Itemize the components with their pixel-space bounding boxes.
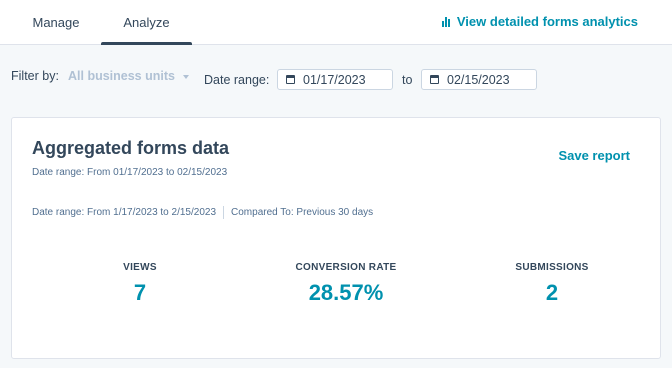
stat-submissions-value: 2 [545,280,559,305]
tab-analyze-label: Analyze [123,15,170,30]
business-units-dropdown[interactable]: All business units [68,69,190,83]
bar-chart-icon [441,16,450,27]
card-title: Aggregated forms data [32,138,230,158]
stat-submissions-label: SUBMISSIONS [515,262,589,273]
date-range-label: Date range: [204,73,270,87]
start-date-value: 01/17/2023 [303,72,366,87]
analytics-link-label: View detailed forms analytics [456,14,638,29]
report-meta-line: Date range: From 1/17/2023 to 2/15/2023 … [32,206,373,219]
caret-down-icon [183,74,190,79]
business-units-value: All business units [68,69,175,83]
date-range-subtitle: Date range: From 01/17/2023 to 02/15/202… [32,167,228,178]
meta-compared-to: Compared To: Previous 30 days [231,207,374,218]
stat-views: VIEWS 7 [50,262,230,306]
stat-views-value: 7 [133,280,147,305]
tab-analyze[interactable]: Analyze [101,0,192,45]
end-date-input[interactable]: 02/15/2023 [421,69,537,90]
filter-by-label: Filter by: [11,69,59,83]
aggregated-forms-card: Aggregated forms data Save report Date r… [11,117,661,359]
calendar-icon [430,75,439,84]
end-date-value: 02/15/2023 [447,72,510,87]
tab-manage[interactable]: Manage [20,0,92,45]
stat-conversion-rate-value: 28.57% [308,280,384,305]
stat-views-label: VIEWS [123,262,157,273]
tab-manage-label: Manage [32,15,80,30]
save-report-button[interactable]: Save report [558,148,630,163]
stat-conversion-rate-label: CONVERSION RATE [295,262,397,273]
filter-row: Filter by: All business units Date range… [0,62,672,96]
meta-date-range: Date range: From 1/17/2023 to 2/15/2023 [32,207,217,218]
view-detailed-analytics-link[interactable]: View detailed forms analytics [441,14,638,29]
top-nav-bar: Manage Analyze View detailed forms analy… [0,0,672,45]
stat-conversion-rate: CONVERSION RATE 28.57% [256,262,436,306]
calendar-icon [286,75,295,84]
start-date-input[interactable]: 01/17/2023 [277,69,393,90]
to-label: to [402,73,413,87]
active-tab-indicator [101,42,192,45]
stat-submissions: SUBMISSIONS 2 [462,262,642,306]
meta-divider [223,206,225,219]
